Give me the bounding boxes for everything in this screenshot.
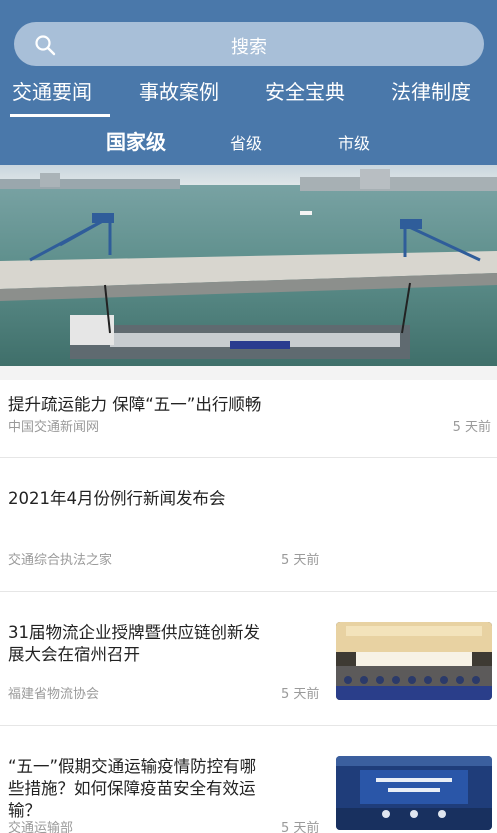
level-tab-provincial[interactable]: 省级: [230, 130, 262, 154]
search-placeholder: 搜索: [231, 37, 267, 58]
news-time: 5 天前: [281, 553, 320, 568]
section-divider: [0, 366, 497, 380]
conference-photo: [336, 622, 492, 700]
news-title: “五一”假期交通运输疫情防控有哪 些措施？如何保障疫苗安全有效运 输？: [8, 756, 256, 822]
hero-banner-image[interactable]: [0, 165, 497, 366]
news-title: 31届物流企业授牌暨供应链创新发 展大会在宿州召开: [8, 622, 260, 666]
news-title-line: 些措施？如何保障疫苗安全有效运: [8, 779, 256, 798]
category-tabs: 交通要闻 事故案例 安全宝典 法律制度: [0, 76, 497, 120]
press-conference-photo: [336, 756, 492, 830]
level-tabs: 国家级 省级 市级: [0, 124, 497, 160]
news-time: 5 天前: [281, 687, 320, 702]
news-title-line: 展大会在宿州召开: [8, 645, 140, 664]
news-item[interactable]: “五一”假期交通运输疫情防控有哪 些措施？如何保障疫苗安全有效运 输？ 交通运输…: [0, 726, 497, 833]
news-source: 交通运输部: [8, 821, 74, 833]
news-source: 交通综合执法之家: [8, 553, 113, 568]
news-item[interactable]: 提升疏运能力 保障“五一”出行顺畅 中国交通新闻网 5 天前: [0, 380, 497, 458]
news-source: 中国交通新闻网: [8, 420, 100, 435]
search-bar[interactable]: 搜索: [14, 22, 484, 66]
news-item[interactable]: 31届物流企业授牌暨供应链创新发 展大会在宿州召开 福建省物流协会 5 天前: [0, 592, 497, 726]
app-header: 搜索 交通要闻 事故案例 安全宝典 法律制度 国家级 省级 市级: [0, 0, 497, 165]
tab-traffic-news[interactable]: 交通要闻: [12, 76, 92, 105]
level-tab-city[interactable]: 市级: [338, 130, 370, 154]
bridge-photo: [0, 165, 497, 366]
news-time: 5 天前: [281, 821, 320, 833]
tab-law-system[interactable]: 法律制度: [391, 76, 471, 105]
news-time: 5 天前: [452, 420, 491, 435]
level-tab-national[interactable]: 国家级: [106, 126, 166, 155]
tab-safety-guide[interactable]: 安全宝典: [265, 76, 345, 105]
active-tab-indicator: [10, 114, 110, 117]
news-thumbnail[interactable]: [336, 756, 492, 830]
news-title: 2021年4月份例行新闻发布会: [8, 489, 226, 508]
news-item[interactable]: 2021年4月份例行新闻发布会 交通综合执法之家 5 天前: [0, 458, 497, 592]
news-title: 提升疏运能力 保障“五一”出行顺畅: [8, 395, 262, 414]
tab-accident-cases[interactable]: 事故案例: [139, 76, 219, 105]
news-title-line: “五一”假期交通运输疫情防控有哪: [8, 757, 257, 776]
news-source: 福建省物流协会: [8, 687, 100, 702]
news-title-line: 31届物流企业授牌暨供应链创新发: [8, 623, 260, 642]
news-thumbnail[interactable]: [336, 622, 492, 700]
